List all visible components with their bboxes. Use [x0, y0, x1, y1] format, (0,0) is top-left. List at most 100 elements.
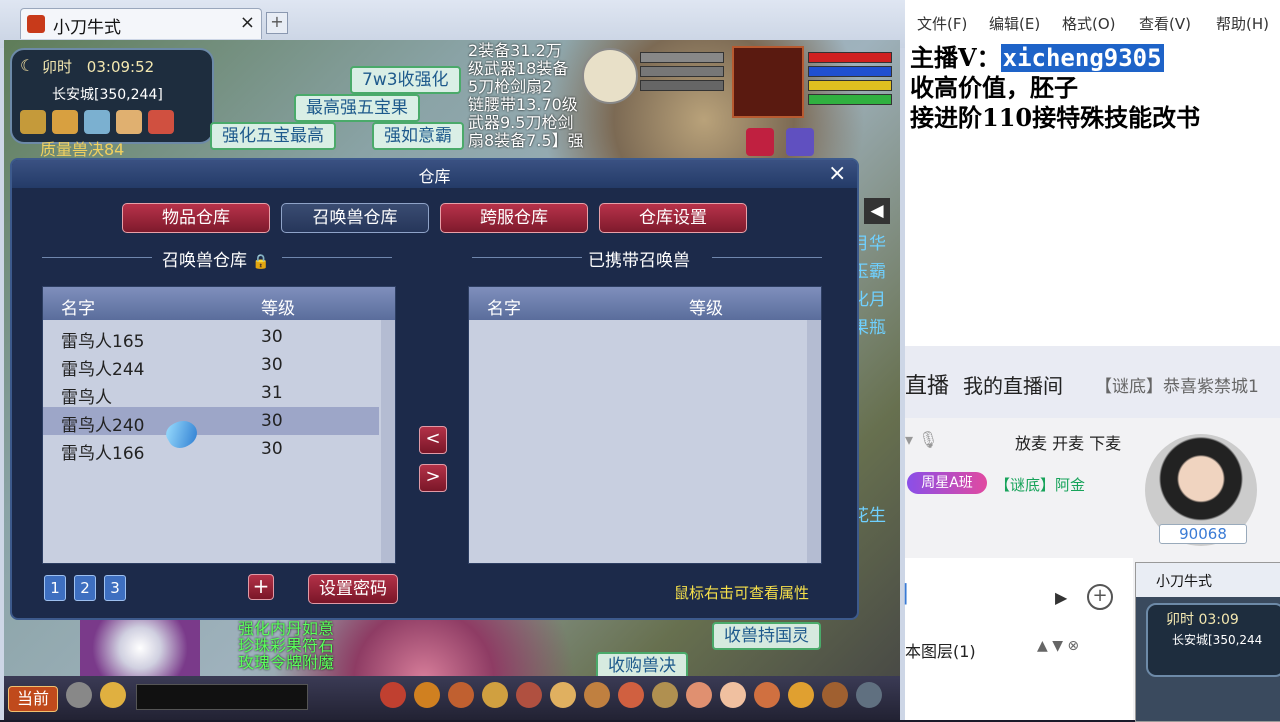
book-icon[interactable]: [52, 110, 78, 134]
new-tab-button[interactable]: +: [266, 12, 288, 34]
tab-close-icon[interactable]: ×: [240, 12, 255, 33]
microphone-icon[interactable]: [66, 682, 92, 708]
scrollbar[interactable]: [381, 320, 395, 563]
npc-info-line: 2装备31.2万: [468, 41, 562, 60]
compass-icon[interactable]: [84, 110, 110, 134]
layer-controls[interactable]: ▲ ▼ ⊗: [1037, 638, 1079, 654]
warehouse-dialog: 仓库 × 物品仓库 召唤兽仓库 跨服仓库 仓库设置 召唤兽仓库 🔒 已携带召唤兽…: [10, 158, 859, 620]
set-password-button[interactable]: 设置密码: [308, 574, 398, 604]
scroll-icon[interactable]: [116, 110, 142, 134]
room-title: 【谜底】恭喜紫禁城1: [1095, 377, 1259, 397]
list-item-selected[interactable]: 雷鸟人240 30: [43, 407, 379, 436]
mail-icon[interactable]: [652, 682, 678, 708]
weapon-icon[interactable]: [380, 682, 406, 708]
settings-icon[interactable]: [856, 682, 882, 708]
menu-format[interactable]: 格式(O): [1062, 13, 1116, 34]
stored-pet-list[interactable]: 名字 等级 雷鸟人165 30 雷鸟人244 30 雷鸟人 31 雷鸟人240 30 雷…: [42, 286, 396, 564]
side-text: 果瓶: [852, 318, 886, 338]
tab-warehouse-settings[interactable]: 仓库设置: [599, 203, 747, 233]
list-item[interactable]: 雷鸟人 31: [43, 379, 379, 408]
pet-avatar[interactable]: [582, 48, 638, 104]
list-item[interactable]: 雷鸟人244 30: [43, 351, 379, 380]
tab-pet-warehouse[interactable]: 召唤兽仓库: [281, 203, 429, 233]
chat-bubble: 收兽持国灵: [712, 622, 821, 650]
shop-icon[interactable]: [686, 682, 712, 708]
task-icon[interactable]: [550, 682, 576, 708]
character-sprite: [80, 616, 200, 680]
member-name[interactable]: 【谜底】阿金: [995, 474, 1085, 495]
npc-info-line: 链腰带13.70级: [468, 95, 578, 114]
gift-icon[interactable]: [720, 682, 746, 708]
emote-icon[interactable]: [788, 682, 814, 708]
menu-file[interactable]: 文件(F): [917, 13, 967, 34]
add-page-button[interactable]: +: [248, 574, 274, 600]
menu-help[interactable]: 帮助(H): [1216, 13, 1269, 34]
play-icon[interactable]: ▶: [1055, 588, 1067, 607]
my-room-link[interactable]: 我的直播间: [963, 370, 1063, 399]
menu-view[interactable]: 查看(V): [1139, 13, 1191, 34]
add-icon[interactable]: +: [1087, 584, 1113, 610]
clock-widget: ☾ 卯时 03:09:52 长安城[350,244]: [10, 48, 214, 144]
page-button-1[interactable]: 1: [44, 575, 66, 601]
move-left-button[interactable]: <: [419, 426, 447, 454]
calendar-icon[interactable]: [148, 110, 174, 134]
column-header-level: 等级: [261, 299, 295, 319]
collapse-arrow-icon[interactable]: ◀: [864, 198, 890, 224]
microphone-icon[interactable]: ▾ 🎙: [905, 430, 938, 449]
list-item[interactable]: 雷鸟人165 30: [43, 323, 379, 352]
player-avatar[interactable]: [732, 46, 804, 118]
side-text-strip: ◀ 月华 玉霸 化月 果瓶 花生: [852, 198, 900, 620]
friend-icon[interactable]: [618, 682, 644, 708]
stream-logo: 直播: [905, 374, 950, 399]
page-button-3[interactable]: 3: [104, 575, 126, 601]
divider: [42, 257, 152, 258]
heart-icon[interactable]: [746, 128, 774, 156]
dialog-title: 仓库: [418, 167, 451, 186]
layer-item[interactable]: 本图层(1): [905, 638, 976, 662]
game-tab[interactable]: 小刀牛式 ×: [20, 8, 262, 39]
pet-name: 雷鸟人165: [61, 332, 145, 352]
trade-icon[interactable]: [754, 682, 780, 708]
game-tab-label: 小刀牛式: [53, 18, 121, 38]
list-header: 名字 等级: [43, 287, 395, 320]
pet-name: 雷鸟人240: [61, 416, 145, 436]
list-item[interactable]: 雷鸟人166 30: [43, 435, 379, 464]
tab-item-warehouse[interactable]: 物品仓库: [122, 203, 270, 233]
chat-line: 珍珠彩果符石: [238, 636, 335, 655]
notepad-menubar: 文件(F) 编辑(E) 格式(O) 查看(V) 帮助(H): [905, 10, 1280, 34]
player-mp-bar: [808, 66, 892, 77]
pet-icon[interactable]: [516, 682, 542, 708]
team-icon[interactable]: [482, 682, 508, 708]
tab-cross-server-warehouse[interactable]: 跨服仓库: [440, 203, 588, 233]
list-header: 名字 等级: [469, 287, 821, 320]
chat-icon[interactable]: [100, 682, 126, 708]
layer-tab-marker: ▏: [905, 584, 919, 605]
pet-mp-bar: [640, 66, 724, 77]
system-icon[interactable]: [822, 682, 848, 708]
section-title-text: 召唤兽仓库: [162, 251, 247, 271]
carried-pet-list[interactable]: 名字 等级: [468, 286, 822, 564]
notepad-body[interactable]: [905, 130, 1280, 346]
close-icon[interactable]: ×: [828, 161, 846, 186]
player-exp-bar: [808, 94, 892, 105]
menu-edit[interactable]: 编辑(E): [989, 13, 1040, 34]
map-icon[interactable]: [20, 110, 46, 134]
divider: [282, 257, 392, 258]
player-name: 质量兽决84: [40, 140, 125, 159]
orb-icon[interactable]: [786, 128, 814, 156]
guild-icon[interactable]: [584, 682, 610, 708]
lock-icon: 🔒: [252, 254, 270, 270]
move-right-button[interactable]: >: [419, 464, 447, 492]
scrollbar[interactable]: [807, 320, 821, 563]
column-header-name: 名字: [61, 299, 95, 319]
bag-icon[interactable]: [414, 682, 440, 708]
mic-controls[interactable]: 放麦 开麦 下麦: [1015, 430, 1121, 454]
divider: [712, 257, 822, 258]
current-channel-button[interactable]: 当前: [8, 686, 58, 712]
skill-icon[interactable]: [448, 682, 474, 708]
chat-input[interactable]: [136, 684, 308, 710]
notepad-line-3[interactable]: 接进阶110接特殊技能改书: [910, 98, 1200, 133]
location-label: 长安城[350,244: [1172, 633, 1263, 647]
npc-info-line: 5刀枪剑扇2: [468, 77, 553, 96]
page-button-2[interactable]: 2: [74, 575, 96, 601]
